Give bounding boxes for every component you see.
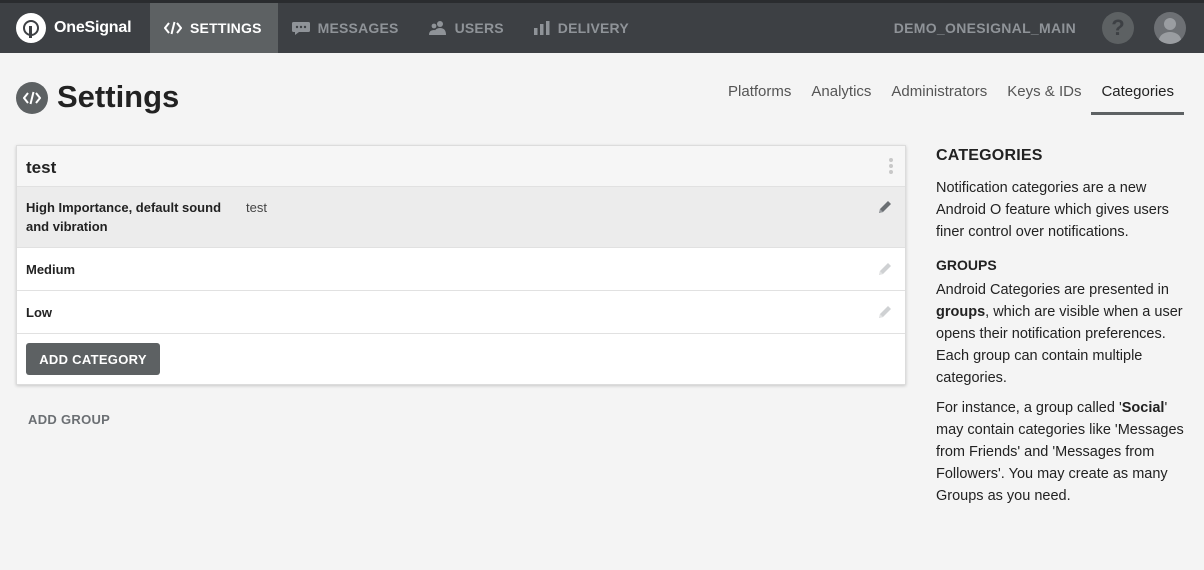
category-description: test [246,200,267,215]
group-name: test [26,158,57,177]
nav-delivery-label: DELIVERY [557,20,629,36]
nav-users[interactable]: USERS [415,3,520,53]
help-button[interactable]: ? [1102,12,1134,44]
groups-paragraph-2: For instance, a group called 'Social' ma… [936,400,1184,504]
help-icon: ? [1111,15,1125,40]
groups-paragraph-1: Android Categories are presented in grou… [936,282,1183,386]
nav-settings[interactable]: SETTINGS [150,3,278,53]
help-panel: CATEGORIES Notification categories are a… [936,147,1186,507]
brand-name: OneSignal [54,19,132,36]
nav-messages-label: MESSAGES [317,20,399,36]
onesignal-logo-icon [16,13,46,43]
group-header: test [17,146,905,187]
category-row[interactable]: High Importance, default sound and vibra… [17,187,905,248]
category-row[interactable]: Medium [17,248,905,291]
nav-settings-label: SETTINGS [190,20,262,36]
message-icon [291,21,310,35]
page-title: Settings [57,79,180,114]
tab-categories[interactable]: Categories [1091,78,1184,115]
tab-administrators[interactable]: Administrators [881,78,997,115]
user-avatar[interactable] [1154,12,1186,44]
nav-right: DEMO_ONESIGNAL_MAIN ? [894,3,1204,53]
main-nav: SETTINGS MESSAGES USERS DELIVERY [150,3,645,53]
settings-code-icon [16,82,48,114]
pencil-icon[interactable] [877,199,893,220]
app-selector[interactable]: DEMO_ONESIGNAL_MAIN [894,20,1076,36]
nav-users-label: USERS [454,20,504,36]
settings-tabs: Platforms Analytics Administrators Keys … [718,78,1184,115]
category-name: Medium [26,262,76,277]
bar-chart-icon [533,21,550,35]
help-heading: CATEGORIES [936,147,1043,164]
nav-delivery[interactable]: DELIVERY [520,3,645,53]
group-menu-icon[interactable] [889,158,893,174]
add-group-link[interactable]: ADD GROUP [28,412,110,427]
tab-analytics[interactable]: Analytics [801,78,881,115]
brand-logo-link[interactable]: OneSignal [16,11,132,45]
nav-messages[interactable]: MESSAGES [278,3,415,53]
users-icon [428,20,447,36]
add-category-button[interactable]: ADD CATEGORY [26,343,160,375]
top-nav-bar: OneSignal SETTINGS MESSAGES USERS DELIVE… [0,0,1204,53]
tab-keys-ids[interactable]: Keys & IDs [997,78,1091,115]
category-row[interactable]: Low [17,291,905,334]
help-intro: Notification categories are a new Androi… [936,180,1169,240]
pencil-icon[interactable] [877,261,893,282]
category-name: High Importance, default sound and vibra… [26,200,222,234]
groups-heading: GROUPS [936,257,997,273]
tab-platforms[interactable]: Platforms [718,78,801,115]
category-group-card: test High Importance, default sound and … [16,145,906,385]
pencil-icon[interactable] [877,304,893,325]
category-name: Low [26,305,52,320]
code-icon [164,21,182,35]
